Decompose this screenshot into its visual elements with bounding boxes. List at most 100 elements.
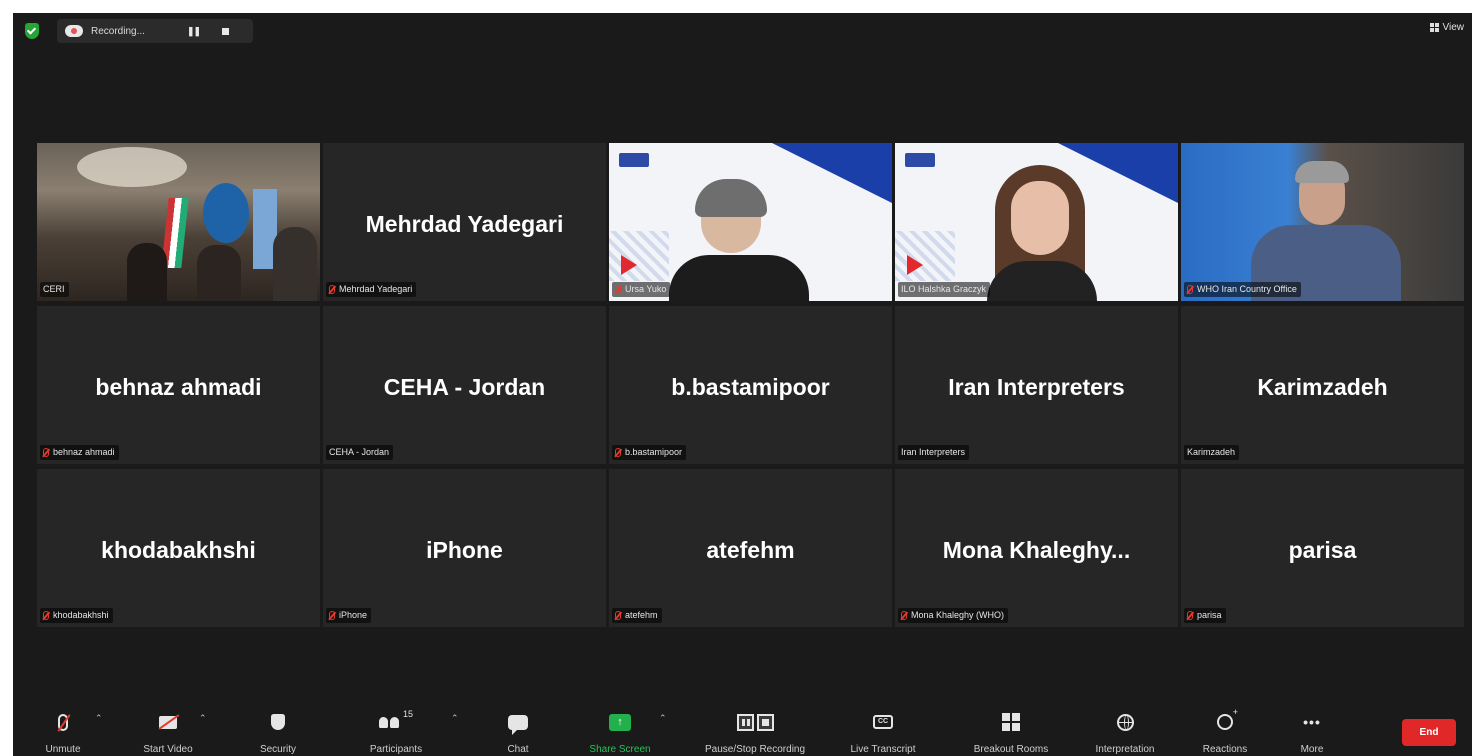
pause-stop-recording-button[interactable]: Pause/Stop Recording [705, 709, 805, 755]
participant-tile[interactable]: behnaz ahmadi behnaz ahmadi [37, 306, 320, 464]
participants-icon [378, 716, 399, 728]
meeting-controls-toolbar: Unmute ⌃ Start Video ⌃ Security 15 Parti… [13, 699, 1472, 756]
stop-recording-icon[interactable] [222, 27, 230, 35]
muted-microphone-icon [1187, 611, 1193, 620]
gallery-view: CERI Mehrdad Yadegari Mehrdad Yadegari Ursa… [37, 143, 1464, 627]
participant-label-text: CERI [43, 284, 65, 294]
chat-label: Chat [507, 744, 529, 755]
video-options-caret-icon[interactable]: ⌃ [199, 713, 207, 724]
participant-name-label: parisa [1184, 608, 1226, 623]
muted-microphone-icon [615, 285, 621, 294]
participant-tile[interactable]: parisa parisa [1181, 469, 1464, 627]
add-reaction-icon [1217, 707, 1238, 730]
participants-label: Participants [369, 744, 423, 755]
share-screen-button[interactable]: ↑ Share Screen [570, 709, 670, 755]
participant-name-label: CEHA - Jordan [326, 445, 394, 460]
ilo-logo-icon [905, 153, 935, 167]
globe-icon [1116, 713, 1134, 731]
muted-microphone-icon [615, 611, 621, 620]
participant-tile[interactable]: WHO Iran Country Office [1181, 143, 1464, 301]
reactions-button[interactable]: Reactions [1175, 707, 1275, 755]
participant-name-label: iPhone [326, 608, 372, 623]
participant-label-text: behnaz ahmadi [53, 447, 115, 457]
participant-label-text: Iran Interpreters [901, 447, 966, 457]
participant-name-label: behnaz ahmadi [40, 445, 119, 460]
participant-tile[interactable]: CERI [37, 143, 320, 301]
participant-display-name: Karimzadeh [1257, 374, 1388, 400]
participant-display-name: atefehm [706, 537, 795, 563]
participant-display-name: Mona Khaleghy... [942, 537, 1131, 563]
participant-display-name: parisa [1288, 537, 1357, 563]
live-transcript-label: Live Transcript [850, 744, 916, 755]
participant-tile[interactable]: Mehrdad Yadegari Mehrdad Yadegari [323, 143, 606, 301]
participant-name-label: khodabakhshi [40, 608, 113, 623]
pause-stop-recording-icon [736, 713, 774, 731]
participant-video [609, 143, 892, 301]
muted-microphone-icon [43, 611, 49, 620]
security-button[interactable]: Security [228, 709, 328, 755]
participant-tile[interactable]: b.bastamipoor b.bastamipoor [609, 306, 892, 464]
participant-display-name: iPhone [426, 537, 503, 563]
muted-microphone-icon [1187, 285, 1193, 294]
participant-name-label: Ursa Yuko [612, 282, 671, 297]
live-transcript-button[interactable]: CC Live Transcript [833, 709, 933, 755]
audio-options-caret-icon[interactable]: ⌃ [95, 713, 103, 724]
participant-name-label: Iran Interpreters [898, 445, 970, 460]
participant-display-name: behnaz ahmadi [95, 374, 262, 400]
reactions-label: Reactions [1202, 744, 1248, 755]
chat-bubble-icon [508, 714, 528, 735]
participant-name-label: Mona Khaleghy (WHO) [898, 608, 1009, 623]
participant-tile[interactable]: Ursa Yuko [609, 143, 892, 301]
participant-label-text: iPhone [339, 610, 368, 620]
participant-tile[interactable]: khodabakhshi khodabakhshi [37, 469, 320, 627]
participant-video [1181, 143, 1464, 301]
share-options-caret-icon[interactable]: ⌃ [659, 713, 667, 724]
pause-recording-icon[interactable]: ❚❚ [187, 26, 201, 37]
security-shield-icon [271, 714, 285, 730]
start-video-label: Start Video [143, 744, 193, 755]
who-emblem-icon [203, 183, 249, 243]
ilo-logo-icon [619, 153, 649, 167]
participant-name-label: WHO Iran Country Office [1184, 282, 1301, 297]
participant-display-name: khodabakhshi [101, 537, 256, 563]
participant-name-label: ILO Halshka Graczyk [898, 282, 991, 297]
view-button[interactable]: View [1429, 22, 1464, 33]
participant-name-label: Karimzadeh [1184, 445, 1240, 460]
more-label: More [1300, 744, 1324, 755]
encryption-shield-icon[interactable] [25, 23, 39, 39]
participant-tile[interactable]: ILO Halshka Graczyk [895, 143, 1178, 301]
participant-label-text: Karimzadeh [1187, 447, 1236, 457]
participant-tile[interactable]: Iran Interpreters Iran Interpreters [895, 306, 1178, 464]
participant-tile[interactable]: Karimzadeh Karimzadeh [1181, 306, 1464, 464]
participant-label-text: b.bastamipoor [625, 447, 683, 457]
grid-view-icon [1429, 23, 1439, 32]
zoom-meeting-window: Recording... ❚❚ View CERI Mehrdad Yadegar… [13, 13, 1472, 756]
breakout-rooms-label: Breakout Rooms [973, 744, 1049, 755]
participant-name-label: Mehrdad Yadegari [326, 282, 417, 297]
participant-label-text: WHO Iran Country Office [1197, 284, 1297, 294]
chat-button[interactable]: Chat [468, 709, 568, 755]
share-screen-icon: ↑ [609, 713, 631, 731]
participant-tile[interactable]: Mona Khaleghy... Mona Khaleghy (WHO) [895, 469, 1178, 627]
muted-microphone-icon [329, 285, 335, 294]
play-icon [621, 255, 637, 275]
more-dots-icon: ••• [1303, 714, 1321, 730]
pause-stop-recording-label: Pause/Stop Recording [704, 744, 806, 755]
participants-options-caret-icon[interactable]: ⌃ [451, 713, 459, 724]
share-screen-label: Share Screen [589, 744, 651, 755]
participant-label-text: Mona Khaleghy (WHO) [911, 610, 1005, 620]
more-button[interactable]: ••• More [1262, 709, 1362, 755]
closed-caption-icon: CC [873, 715, 893, 729]
breakout-rooms-button[interactable]: Breakout Rooms [961, 709, 1061, 755]
end-meeting-button[interactable]: End [1402, 719, 1456, 746]
interpretation-button[interactable]: Interpretation [1075, 709, 1175, 755]
participant-label-text: khodabakhshi [53, 610, 109, 620]
conference-room-video [37, 143, 320, 301]
participant-tile[interactable]: atefehm atefehm [609, 469, 892, 627]
breakout-rooms-icon [1002, 713, 1020, 731]
participant-tile[interactable]: iPhone iPhone [323, 469, 606, 627]
participant-tile[interactable]: CEHA - Jordan CEHA - Jordan [323, 306, 606, 464]
security-label: Security [259, 744, 297, 755]
participants-button[interactable]: 15 Participants [346, 709, 446, 755]
muted-microphone-icon [901, 611, 907, 620]
